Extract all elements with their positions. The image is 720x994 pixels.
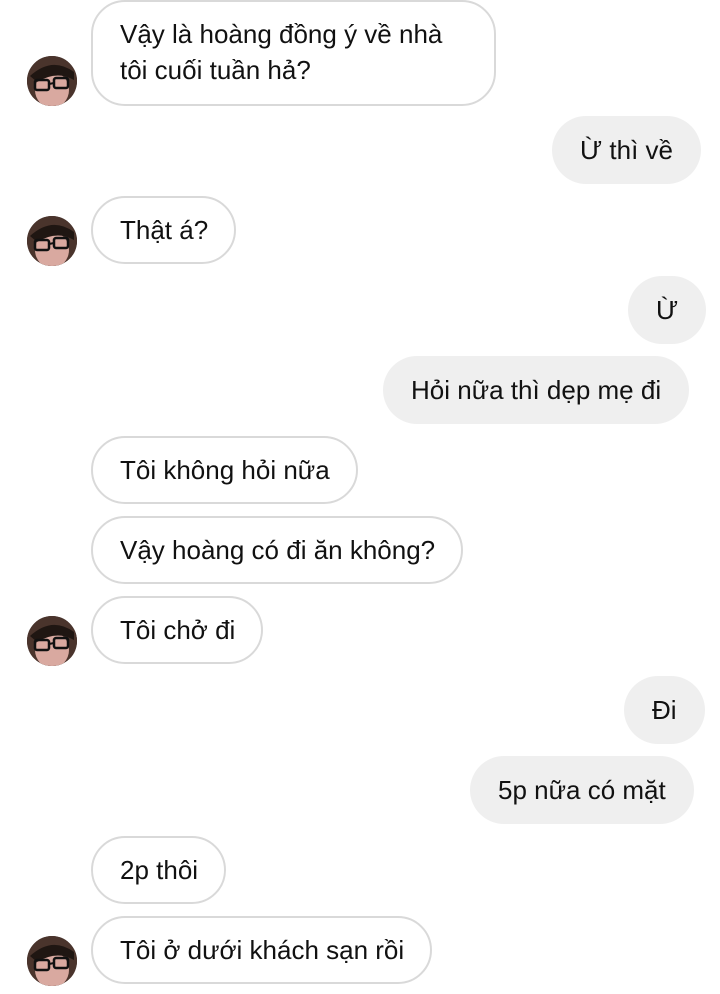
avatar-icon[interactable] <box>27 216 77 266</box>
message-text: Thật á? <box>120 215 209 245</box>
message-text: Hỏi nữa thì dẹp mẹ đi <box>411 375 662 405</box>
avatar-icon <box>27 216 77 266</box>
message-outgoing[interactable]: Ừ <box>628 276 707 344</box>
message-text: Tôi ở dưới khách sạn rồi <box>120 935 405 965</box>
avatar-icon <box>27 936 77 986</box>
message-text: 2p thôi <box>120 855 199 885</box>
message-incoming[interactable]: Tôi không hỏi nữa <box>91 436 358 504</box>
message-text: 5p nữa có mặt <box>498 775 666 805</box>
message-outgoing[interactable]: Ừ thì về <box>552 116 702 184</box>
message-outgoing[interactable]: Đi <box>624 676 705 744</box>
avatar-icon[interactable] <box>27 56 77 106</box>
avatar-icon <box>27 56 77 106</box>
message-text: Vậy hoàng có đi ăn không? <box>120 535 436 565</box>
message-outgoing[interactable]: 5p nữa có mặt <box>470 756 694 824</box>
avatar-icon[interactable] <box>27 936 77 986</box>
message-text: Ừ <box>656 295 679 325</box>
message-incoming[interactable]: Vậy là hoàng đồng ý về nhà tôi cuối tuần… <box>91 0 496 106</box>
message-incoming[interactable]: Vậy hoàng có đi ăn không? <box>91 516 464 584</box>
avatar-icon <box>27 616 77 666</box>
message-text: Ừ thì về <box>580 135 674 165</box>
message-text: Vậy là hoàng đồng ý về nhà tôi cuối tuần… <box>120 19 443 85</box>
message-text: Đi <box>652 695 677 725</box>
message-incoming[interactable]: 2p thôi <box>91 836 227 904</box>
message-incoming[interactable]: Tôi ở dưới khách sạn rồi <box>91 916 433 984</box>
message-incoming[interactable]: Thật á? <box>91 196 237 264</box>
message-text: Tôi không hỏi nữa <box>120 455 330 485</box>
message-outgoing[interactable]: Hỏi nữa thì dẹp mẹ đi <box>383 356 690 424</box>
message-incoming[interactable]: Tôi chở đi <box>91 596 264 664</box>
avatar-icon[interactable] <box>27 616 77 666</box>
message-text: Tôi chở đi <box>120 615 236 645</box>
